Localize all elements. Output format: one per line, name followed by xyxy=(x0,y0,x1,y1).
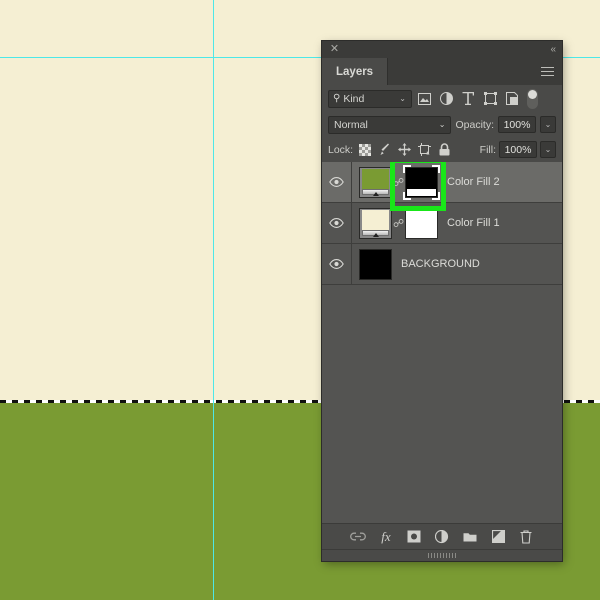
smart-object-filter-icon[interactable] xyxy=(502,89,522,109)
layer-visibility-toggle[interactable] xyxy=(322,203,352,243)
panel-menu-icon[interactable] xyxy=(541,67,554,79)
blend-mode-select[interactable]: Normal ⌄ xyxy=(328,115,452,134)
panel-titlebar: ✕ « xyxy=(322,41,562,58)
layer-name[interactable]: Color Fill 2 xyxy=(447,176,500,188)
filter-kind-select[interactable]: ⚲ Kind ⌄ xyxy=(328,89,412,108)
mask-active-bracket-icon xyxy=(432,164,440,173)
new-layer-icon[interactable] xyxy=(490,528,507,545)
chevron-down-icon: ⌄ xyxy=(399,94,406,103)
opacity-stepper[interactable]: ⌄ xyxy=(540,116,556,133)
layer-visibility-toggle[interactable] xyxy=(322,162,352,202)
pixel-layer-filter-icon[interactable] xyxy=(414,89,434,109)
vertical-guide[interactable] xyxy=(213,0,214,600)
layer-thumbnail[interactable] xyxy=(359,166,392,198)
tab-layers[interactable]: Layers xyxy=(322,58,389,85)
mask-active-bracket-icon xyxy=(432,191,440,200)
filter-enable-toggle[interactable] xyxy=(527,88,538,109)
lock-row: Lock: Fill: 100% ⌄ xyxy=(322,137,562,162)
filter-kind-label: Kind xyxy=(343,92,365,105)
shape-layer-filter-icon[interactable] xyxy=(480,89,500,109)
mask-active-bracket-icon xyxy=(403,164,411,173)
panel-tabbar: Layers xyxy=(322,58,562,85)
new-group-icon[interactable] xyxy=(462,528,479,545)
layer-thumbnail-fill xyxy=(362,209,389,230)
adjustment-layer-filter-icon[interactable] xyxy=(436,89,456,109)
layer-thumbnail-gradient-stop xyxy=(372,232,379,237)
new-adjustment-layer-icon[interactable] xyxy=(434,528,451,545)
type-layer-filter-icon[interactable] xyxy=(458,89,478,109)
fill-label: Fill: xyxy=(479,143,496,156)
fill-input[interactable]: 100% xyxy=(499,141,537,158)
layers-panel[interactable]: ✕ « Layers ⚲ Kind ⌄ Normal ⌄ Opacity: 10… xyxy=(322,41,562,561)
layer-mask-fill xyxy=(405,207,438,239)
lock-transparent-pixels-icon[interactable] xyxy=(356,141,373,158)
layer-name[interactable]: BACKGROUND xyxy=(401,258,480,270)
layer-visibility-toggle[interactable] xyxy=(322,244,352,284)
lock-label: Lock: xyxy=(328,143,354,156)
layer-mask-thumbnail[interactable] xyxy=(403,164,440,200)
layer-mask-link-icon[interactable]: ☍ xyxy=(393,217,404,230)
table-row[interactable]: ☍ Color Fill 1 xyxy=(322,203,562,244)
add-layer-mask-icon[interactable] xyxy=(406,528,423,545)
lock-image-pixels-icon[interactable] xyxy=(376,141,393,158)
blend-mode-row: Normal ⌄ Opacity: 100% ⌄ xyxy=(322,112,562,137)
layer-thumbnail-fill xyxy=(362,168,389,189)
mask-active-bracket-icon xyxy=(403,191,411,200)
layer-name[interactable]: Color Fill 1 xyxy=(447,217,500,229)
layers-panel-bottom-toolbar: fx xyxy=(322,523,562,549)
lock-position-icon[interactable] xyxy=(396,141,413,158)
delete-layer-icon[interactable] xyxy=(518,528,535,545)
opacity-input[interactable]: 100% xyxy=(498,116,536,133)
fill-stepper[interactable]: ⌄ xyxy=(540,141,556,158)
chevron-down-icon: ⌄ xyxy=(438,120,446,129)
layer-thumbnail[interactable] xyxy=(359,207,392,239)
layer-thumbnail-gradient-stop xyxy=(372,191,379,196)
table-row[interactable]: ☍ Color Fill 2 xyxy=(322,162,562,211)
layer-mask-link-icon[interactable]: ☍ xyxy=(393,176,404,189)
panel-resize-row xyxy=(322,549,562,561)
panel-resize-grip[interactable] xyxy=(428,553,456,558)
search-icon: ⚲ xyxy=(333,93,341,104)
lock-artboard-nesting-icon[interactable] xyxy=(416,141,433,158)
opacity-label: Opacity: xyxy=(455,118,494,131)
blend-mode-value: Normal xyxy=(334,118,368,131)
table-row[interactable]: BACKGROUND xyxy=(322,244,562,285)
layer-style-fx-icon[interactable]: fx xyxy=(378,528,395,545)
link-layers-icon[interactable] xyxy=(350,528,367,545)
close-icon[interactable]: ✕ xyxy=(329,44,340,55)
layer-mask-thumbnail[interactable] xyxy=(405,207,438,239)
layer-filter-row: ⚲ Kind ⌄ xyxy=(322,85,562,112)
layer-thumbnail[interactable] xyxy=(359,248,392,280)
collapse-panel-icon[interactable]: « xyxy=(550,44,555,55)
lock-all-icon[interactable] xyxy=(436,141,453,158)
layers-list[interactable]: ☍ Color Fill 2 ☍ Color Fill 1 BACKGROUND xyxy=(322,162,562,523)
